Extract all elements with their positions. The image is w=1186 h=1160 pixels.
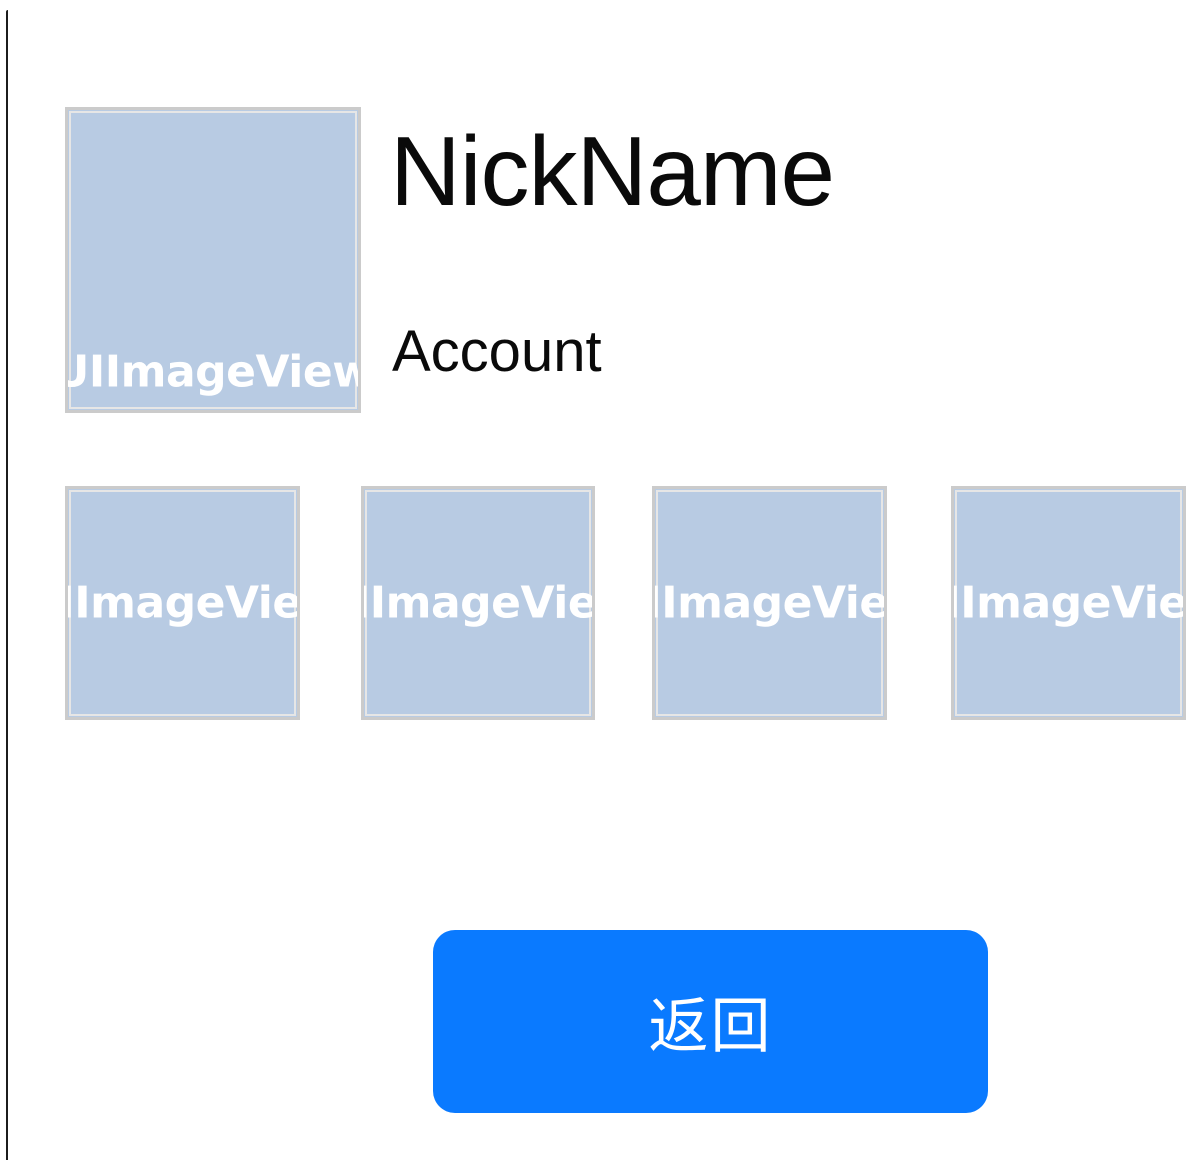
gallery-image-4: UIImageView <box>951 486 1186 720</box>
nickname-label: NickName <box>390 116 835 226</box>
gallery-image-placeholder-label: UIImageView <box>364 577 595 629</box>
gallery-image-placeholder-label: UIImageView <box>68 577 300 629</box>
gallery-image-placeholder-label: UIImageView <box>954 577 1186 629</box>
avatar-placeholder-label: UIImageView <box>65 346 361 398</box>
gallery-image-3: UIImageView <box>652 486 887 720</box>
avatar-image: UIImageView <box>65 107 361 413</box>
gallery-image-placeholder-label: UIImageView <box>655 577 887 629</box>
gallery-image-1: UIImageView <box>65 486 300 720</box>
account-label: Account <box>392 319 602 384</box>
screen-edge <box>0 0 12 1160</box>
gallery-image-2: UIImageView <box>361 486 595 720</box>
back-button[interactable]: 返回 <box>433 930 988 1113</box>
